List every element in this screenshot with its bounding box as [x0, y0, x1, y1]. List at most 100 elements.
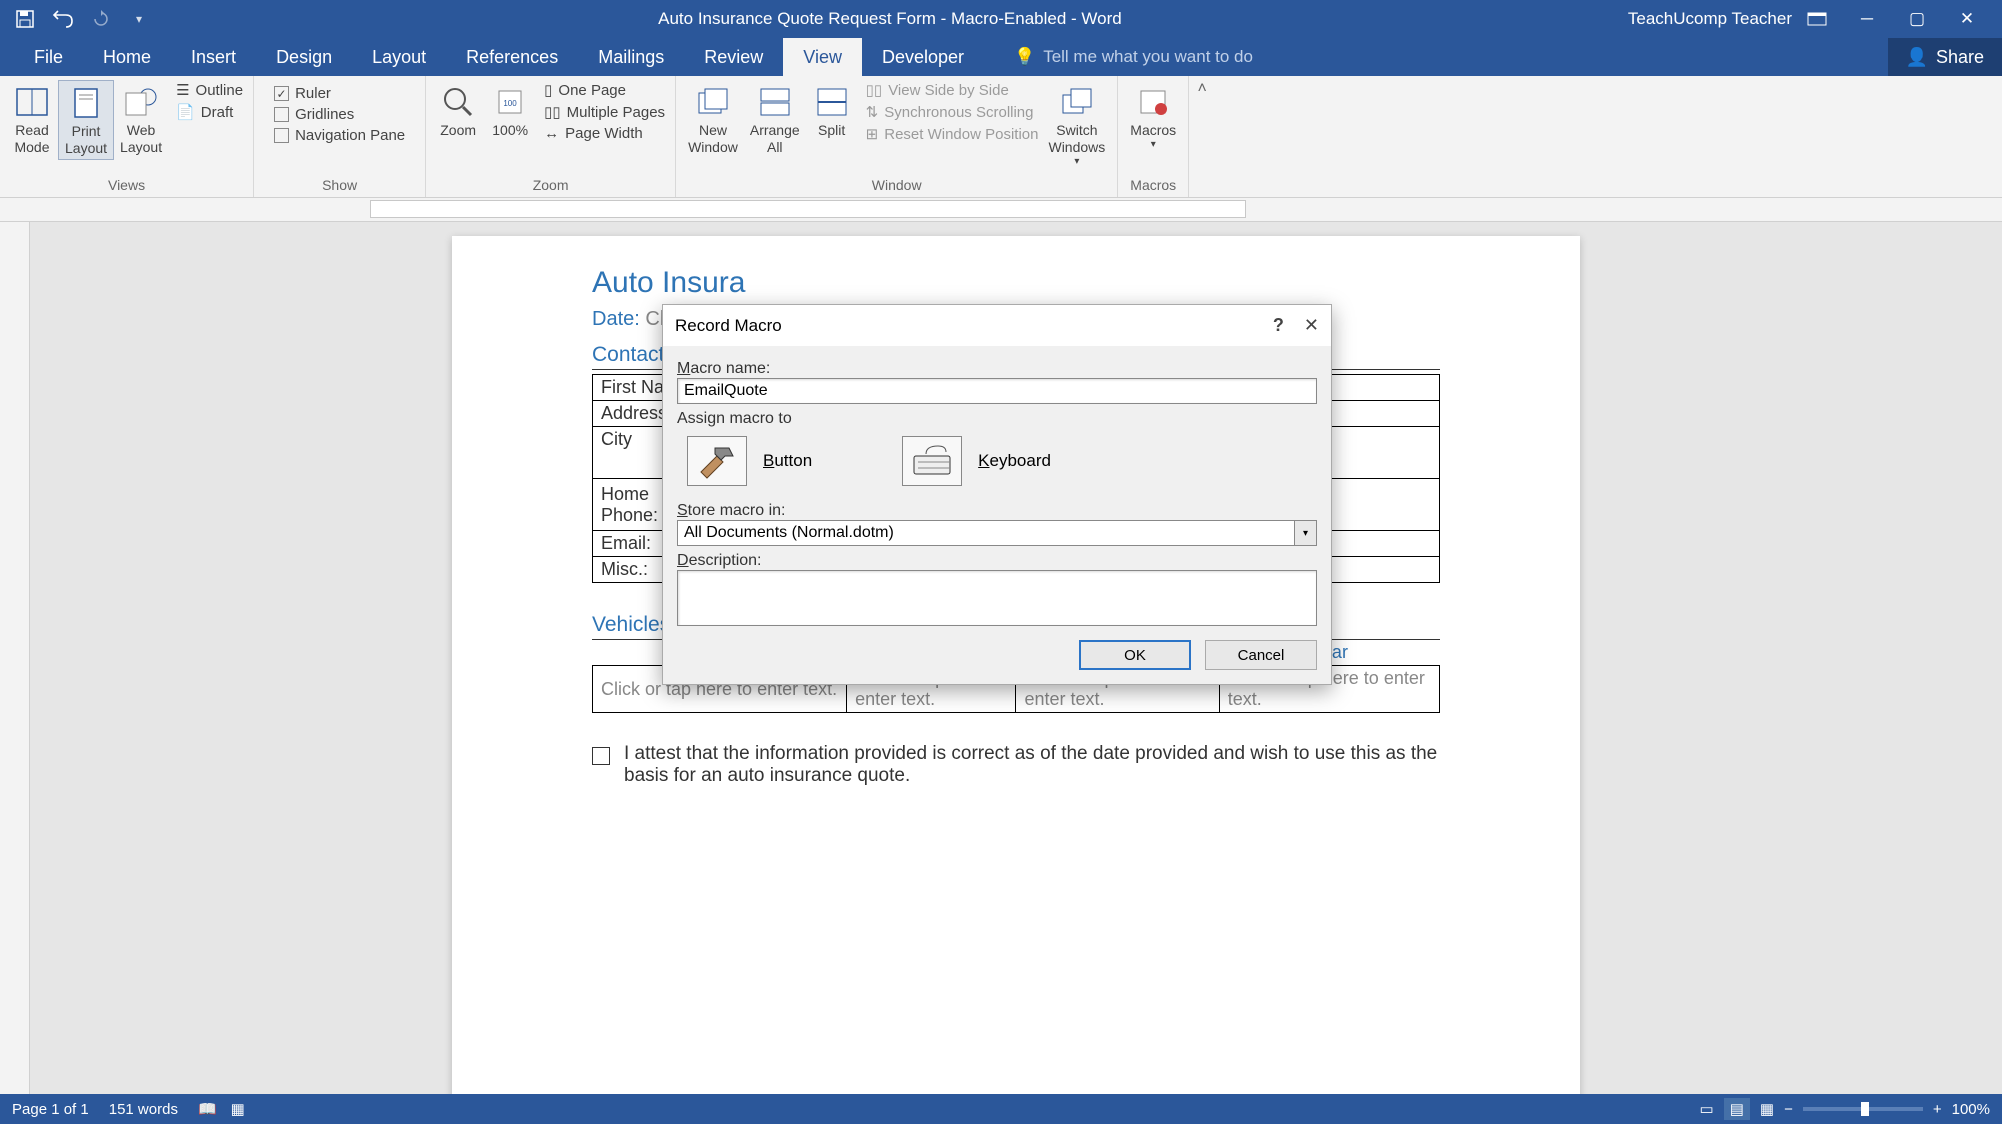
ribbon-collapse-button[interactable]: ˄	[1189, 76, 1215, 197]
navigation-pane-checkbox[interactable]: Navigation Pane	[270, 126, 409, 145]
read-mode-view-icon[interactable]: ▭	[1700, 1100, 1714, 1118]
ribbon-tabs: File Home Insert Design Layout Reference…	[0, 38, 2002, 76]
checkbox-icon	[274, 128, 289, 143]
arrange-all-button[interactable]: Arrange All	[744, 80, 806, 158]
reset-position-button[interactable]: ⊞Reset Window Position	[862, 124, 1043, 144]
tell-me-label: Tell me what you want to do	[1043, 47, 1253, 67]
assign-button-label: Button	[763, 451, 812, 471]
cancel-button[interactable]: Cancel	[1205, 640, 1317, 670]
description-textarea[interactable]	[677, 570, 1317, 626]
tab-references[interactable]: References	[446, 38, 578, 76]
redo-icon[interactable]	[88, 6, 114, 32]
web-layout-view-icon[interactable]: ▦	[1760, 1100, 1774, 1118]
hundred-percent-button[interactable]: 100 100%	[484, 80, 536, 141]
zoom-level[interactable]: 100%	[1952, 1101, 1990, 1118]
zoom-slider[interactable]	[1803, 1107, 1923, 1111]
chevron-down-icon: ▾	[1151, 139, 1156, 151]
ribbon-group-window: New Window Arrange All Split ▯▯View Side…	[676, 76, 1118, 197]
outline-button[interactable]: ☰Outline	[172, 80, 247, 100]
vertical-ruler[interactable]	[0, 222, 30, 1100]
share-icon: 👤	[1906, 47, 1928, 68]
bulb-icon: 💡	[1014, 47, 1035, 67]
tell-me-search[interactable]: 💡 Tell me what you want to do	[984, 38, 1253, 76]
save-icon[interactable]	[12, 6, 38, 32]
hundred-icon: 100	[490, 82, 530, 122]
macros-button[interactable]: Macros ▾	[1124, 80, 1182, 153]
tab-home[interactable]: Home	[83, 38, 171, 76]
print-layout-icon	[66, 83, 106, 123]
svg-text:100: 100	[503, 99, 517, 108]
store-macro-select[interactable]	[677, 520, 1295, 546]
ribbon-group-macros: Macros ▾ Macros	[1118, 76, 1189, 197]
spelling-icon[interactable]: 📖	[198, 1100, 217, 1118]
word-count[interactable]: 151 words	[109, 1101, 178, 1118]
tab-file[interactable]: File	[14, 38, 83, 76]
draft-button[interactable]: 📄Draft	[172, 102, 247, 122]
chevron-down-icon: ▾	[1074, 156, 1079, 168]
assign-keyboard-option[interactable]: Keyboard	[902, 436, 1051, 486]
sync-scrolling-icon: ⇅	[866, 103, 879, 121]
split-button[interactable]: Split	[806, 80, 858, 141]
tab-design[interactable]: Design	[256, 38, 352, 76]
dialog-close-button[interactable]: ✕	[1304, 315, 1319, 336]
new-window-button[interactable]: New Window	[682, 80, 744, 158]
zoom-slider-thumb[interactable]	[1861, 1102, 1869, 1116]
tab-view[interactable]: View	[783, 38, 862, 76]
keyboard-icon	[902, 436, 962, 486]
tab-layout[interactable]: Layout	[352, 38, 446, 76]
assign-button-option[interactable]: Button	[687, 436, 812, 486]
zoom-in-button[interactable]: +	[1933, 1101, 1942, 1118]
macro-name-label: MMacro name:acro name:	[677, 360, 1317, 378]
tab-mailings[interactable]: Mailings	[578, 38, 684, 76]
qat-dropdown-icon[interactable]: ▾	[126, 6, 152, 32]
close-button[interactable]: ✕	[1942, 0, 1992, 38]
web-layout-icon	[121, 82, 161, 122]
zoom-button[interactable]: Zoom	[432, 80, 484, 141]
arrange-all-icon	[755, 82, 795, 122]
ribbon-group-zoom: Zoom 100 100% ▯One Page ▯▯Multiple Pages…	[426, 76, 676, 197]
multiple-pages-button[interactable]: ▯▯Multiple Pages	[540, 102, 669, 122]
tab-review[interactable]: Review	[684, 38, 783, 76]
undo-icon[interactable]	[50, 6, 76, 32]
read-mode-button[interactable]: Read Mode	[6, 80, 58, 158]
maximize-button[interactable]: ▢	[1892, 0, 1942, 38]
gridlines-checkbox[interactable]: Gridlines	[270, 105, 409, 124]
tab-insert[interactable]: Insert	[171, 38, 256, 76]
draft-icon: 📄	[176, 103, 195, 121]
window-title: Auto Insurance Quote Request Form - Macr…	[152, 9, 1628, 29]
ruler-checkbox[interactable]: ✓Ruler	[270, 84, 409, 103]
print-layout-view-icon[interactable]: ▤	[1724, 1098, 1750, 1120]
sync-scrolling-button[interactable]: ⇅Synchronous Scrolling	[862, 102, 1043, 122]
print-layout-button[interactable]: Print Layout	[58, 80, 114, 160]
tab-developer[interactable]: Developer	[862, 38, 984, 76]
ribbon: Read Mode Print Layout Web Layout ☰Outli…	[0, 76, 2002, 198]
zoom-out-button[interactable]: −	[1784, 1101, 1793, 1118]
zoom-group-label: Zoom	[426, 177, 675, 197]
share-button[interactable]: 👤 Share	[1888, 38, 2002, 76]
dialog-help-button[interactable]: ?	[1273, 315, 1284, 336]
one-page-button[interactable]: ▯One Page	[540, 80, 669, 100]
dropdown-arrow-icon[interactable]: ▾	[1295, 520, 1317, 546]
page-status[interactable]: Page 1 of 1	[12, 1101, 89, 1118]
macro-name-input[interactable]	[677, 378, 1317, 404]
store-macro-label: Store macro in:	[677, 502, 1317, 520]
side-by-side-icon: ▯▯	[866, 81, 883, 99]
show-group-label: Show	[254, 177, 425, 197]
switch-windows-button[interactable]: Switch Windows ▾	[1042, 80, 1111, 170]
views-group-label: Views	[0, 177, 253, 197]
ribbon-display-icon[interactable]	[1804, 6, 1830, 32]
attestation-checkbox[interactable]	[592, 747, 610, 765]
horizontal-ruler[interactable]	[0, 198, 2002, 222]
page-width-button[interactable]: ↔Page Width	[540, 124, 669, 143]
minimize-button[interactable]: ─	[1842, 0, 1892, 38]
side-by-side-button[interactable]: ▯▯View Side by Side	[862, 80, 1043, 100]
macros-group-label: Macros	[1118, 177, 1188, 197]
attestation-text: I attest that the information provided i…	[624, 743, 1440, 787]
ok-button[interactable]: OK	[1079, 640, 1191, 670]
attestation-row: I attest that the information provided i…	[592, 743, 1440, 787]
document-title: Auto Insura	[592, 266, 1440, 300]
assign-macro-label: Assign macro to	[677, 410, 1317, 428]
web-layout-button[interactable]: Web Layout	[114, 80, 168, 158]
description-label: Description:	[677, 552, 1317, 570]
macro-indicator-icon[interactable]: ▦	[231, 1100, 245, 1118]
